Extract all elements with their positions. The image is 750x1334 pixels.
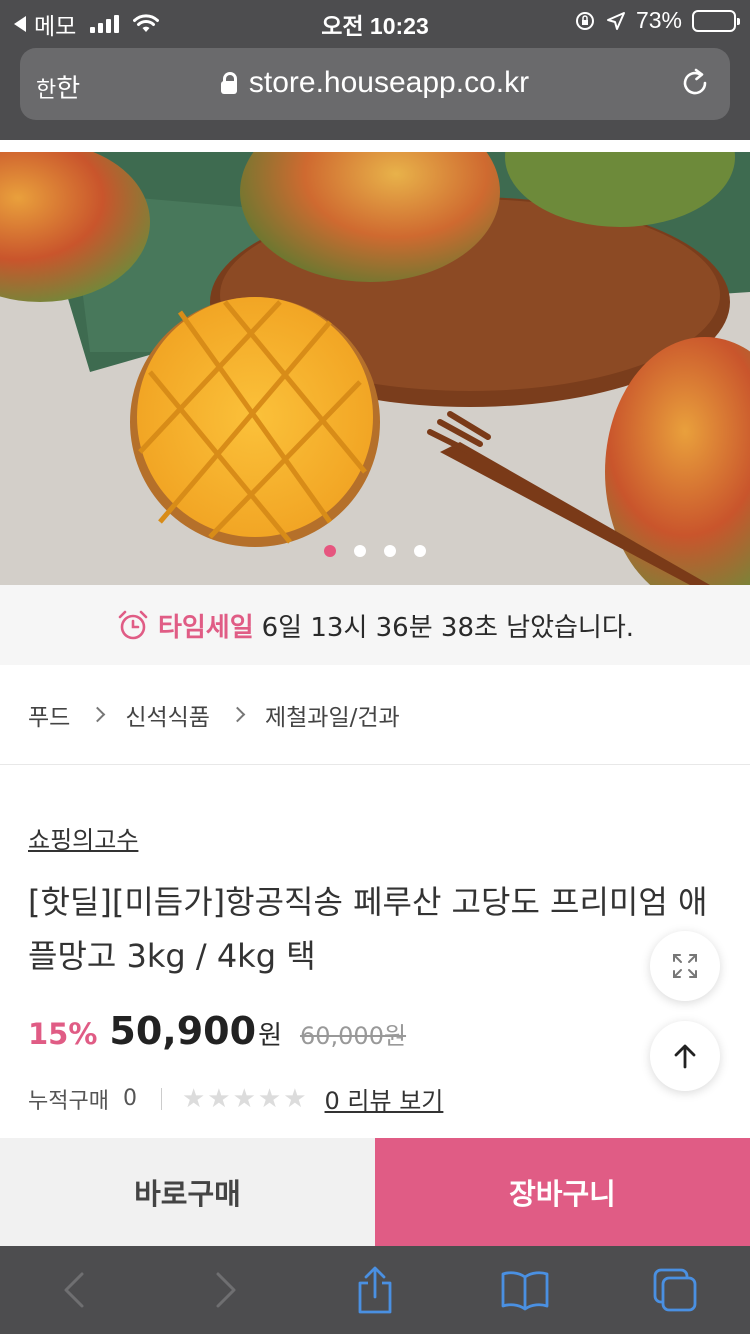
url-text: store.houseapp.co.kr: [248, 66, 530, 99]
cumulative-count: 0: [122, 1086, 137, 1111]
share-icon: [358, 1266, 392, 1314]
carousel-dot[interactable]: [324, 545, 336, 557]
tabs-button[interactable]: [647, 1262, 703, 1318]
expand-button[interactable]: [650, 931, 720, 1001]
battery-icon: [692, 9, 740, 32]
buy-now-button[interactable]: 바로구매: [0, 1138, 375, 1246]
price-row: 15% 50,900 원 60,000원: [28, 1009, 718, 1053]
browser-forward-button[interactable]: [197, 1262, 253, 1318]
bookmarks-button[interactable]: [497, 1262, 553, 1318]
star-icon: ★: [181, 1083, 206, 1114]
scroll-top-button[interactable]: [650, 1021, 720, 1091]
currency-unit: 원: [258, 1021, 282, 1051]
page: 메모 오전 10:23 73% 한한 store.houseapp.co.kr …: [0, 0, 750, 1334]
status-bar: 메모 오전 10:23 73%: [0, 0, 750, 44]
review-link[interactable]: 0 리뷰 보기: [325, 1081, 444, 1116]
browser-back-button[interactable]: [47, 1262, 103, 1318]
battery-percent: 73%: [635, 7, 682, 33]
time-sale-remaining: 6일 13시 36분 38초 남았습니다.: [261, 612, 635, 643]
brand-link[interactable]: 쇼핑의고수: [28, 820, 138, 855]
status-right: 73%: [574, 7, 740, 34]
purchase-meta: 누적구매 0 ★ ★ ★ ★ ★ 0 리뷰 보기: [28, 1081, 718, 1116]
breadcrumb-item[interactable]: 푸드: [28, 698, 70, 732]
star-icon: ★: [207, 1083, 231, 1114]
product-image: [0, 152, 750, 585]
lock-icon: [220, 72, 237, 94]
breadcrumb-item[interactable]: 신석식품: [125, 698, 210, 732]
location-icon: [606, 11, 625, 30]
alarm-clock-icon: [118, 610, 148, 640]
expand-icon: [673, 954, 697, 978]
carousel-dots: [0, 545, 750, 557]
rating-stars: ★ ★ ★ ★ ★: [182, 1084, 307, 1114]
breadcrumb-item[interactable]: 제철과일/건과: [265, 698, 400, 732]
star-icon: ★: [232, 1083, 256, 1114]
time-sale-banner: 타임세일 6일 13시 36분 38초 남았습니다.: [0, 585, 750, 665]
cumulative-label: 누적구매: [28, 1088, 109, 1114]
safari-toolbar: [0, 1246, 750, 1334]
carousel-dot[interactable]: [354, 545, 366, 557]
orientation-lock-icon: [575, 11, 594, 30]
carousel-dot[interactable]: [414, 545, 426, 557]
chevron-right-icon: [216, 1272, 236, 1308]
reload-icon[interactable]: [678, 66, 712, 100]
purchase-actions: 바로구매 장바구니: [0, 1138, 750, 1246]
browser-chrome: 메모 오전 10:23 73% 한한 store.houseapp.co.kr: [0, 0, 750, 140]
chevron-right-icon: [90, 706, 106, 723]
book-icon: [501, 1271, 549, 1311]
time-sale-label: 타임세일: [157, 612, 254, 643]
chevron-left-icon: [64, 1272, 84, 1308]
breadcrumb: 푸드 신석식품 제철과일/건과: [0, 665, 750, 765]
add-to-cart-button[interactable]: 장바구니: [375, 1138, 750, 1246]
product-info: 쇼핑의고수 [핫딜][미듬가]항공직송 페루산 고당도 프리미엄 애플망고 3k…: [28, 766, 718, 1116]
chevron-right-icon: [229, 706, 246, 723]
address-bar[interactable]: 한한 store.houseapp.co.kr: [20, 48, 730, 120]
discount-rate: 15%: [28, 1017, 98, 1051]
divider: [160, 1087, 162, 1110]
url-display[interactable]: store.houseapp.co.kr: [20, 66, 730, 100]
product-title: [핫딜][미듬가]항공직송 페루산 고당도 프리미엄 애플망고 3kg / 4k…: [28, 883, 708, 975]
sale-price: 50,900: [109, 1009, 257, 1053]
star-icon: ★: [257, 1083, 282, 1114]
arrow-up-icon: [674, 1044, 696, 1069]
carousel-dot[interactable]: [384, 545, 396, 557]
star-icon: ★: [283, 1083, 307, 1114]
product-image-carousel[interactable]: [0, 152, 750, 585]
share-button[interactable]: [347, 1262, 403, 1318]
original-price: 60,000원: [299, 1022, 407, 1050]
tabs-icon: [653, 1268, 697, 1312]
